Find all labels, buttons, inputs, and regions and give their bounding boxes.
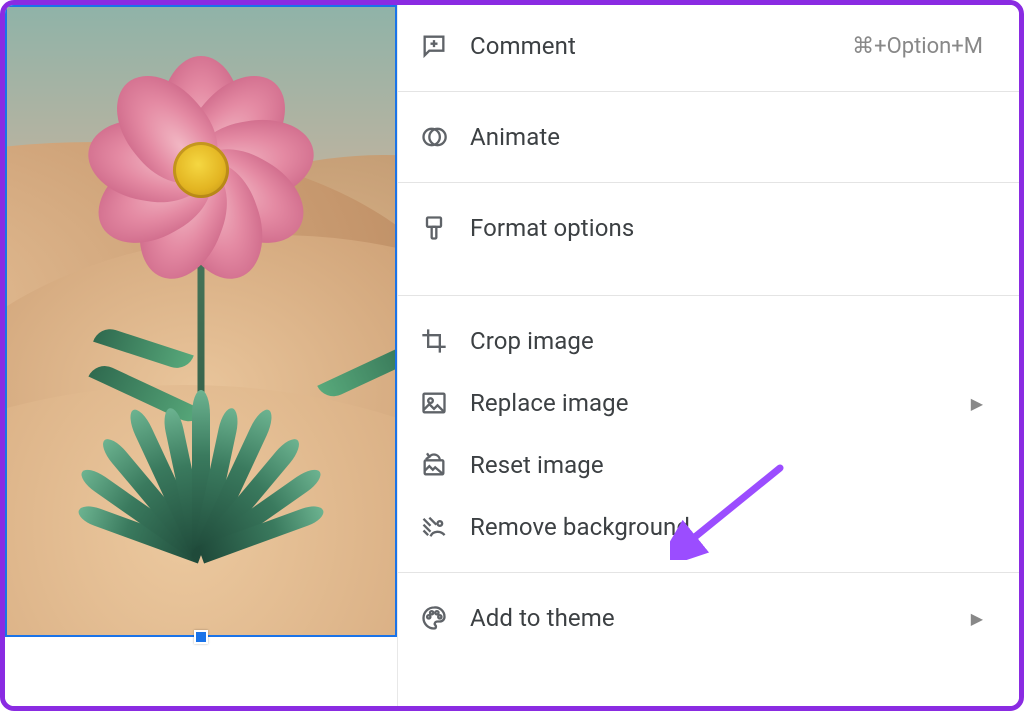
menu-gap [398, 259, 1019, 281]
menu-item-add-to-theme[interactable]: Add to theme ▶ [398, 587, 1019, 649]
palette-icon [420, 604, 448, 632]
menu-divider [398, 182, 1019, 183]
selected-image[interactable] [5, 5, 397, 637]
plant-flower [106, 75, 296, 265]
replace-image-icon [420, 389, 448, 417]
format-options-icon [420, 214, 448, 242]
menu-item-label: Replace image [470, 389, 949, 417]
animate-icon [420, 123, 448, 151]
menu-item-shortcut: ⌘+Option+M [852, 34, 983, 59]
menu-item-animate[interactable]: Animate [398, 106, 1019, 168]
menu-item-label: Remove background [470, 513, 983, 541]
flower-center [173, 142, 229, 198]
menu-item-label: Format options [470, 214, 983, 242]
menu-item-label: Comment [470, 32, 830, 60]
menu-item-reset-image[interactable]: Reset image [398, 434, 1019, 496]
menu-item-crop-image[interactable]: Crop image [398, 310, 1019, 372]
screenshot-frame: Comment ⌘+Option+M Animate Format option… [0, 0, 1024, 711]
remove-background-icon [420, 513, 448, 541]
context-menu: Comment ⌘+Option+M Animate Format option… [397, 5, 1019, 706]
menu-divider [398, 572, 1019, 573]
plant-base [101, 375, 301, 555]
slide-canvas[interactable] [5, 5, 397, 706]
menu-item-label: Reset image [470, 451, 983, 479]
menu-divider [398, 91, 1019, 92]
menu-item-label: Add to theme [470, 604, 949, 632]
image-plant [71, 55, 331, 595]
reset-image-icon [420, 451, 448, 479]
menu-item-label: Crop image [470, 327, 983, 355]
menu-divider [398, 295, 1019, 296]
menu-item-remove-background[interactable]: Remove background [398, 496, 1019, 558]
menu-item-replace-image[interactable]: Replace image ▶ [398, 372, 1019, 434]
menu-item-comment[interactable]: Comment ⌘+Option+M [398, 15, 1019, 77]
menu-item-format-options[interactable]: Format options [398, 197, 1019, 259]
menu-item-label: Animate [470, 123, 983, 151]
crop-icon [420, 327, 448, 355]
submenu-arrow-icon: ▶ [971, 609, 983, 628]
submenu-arrow-icon: ▶ [971, 394, 983, 413]
comment-icon [420, 32, 448, 60]
